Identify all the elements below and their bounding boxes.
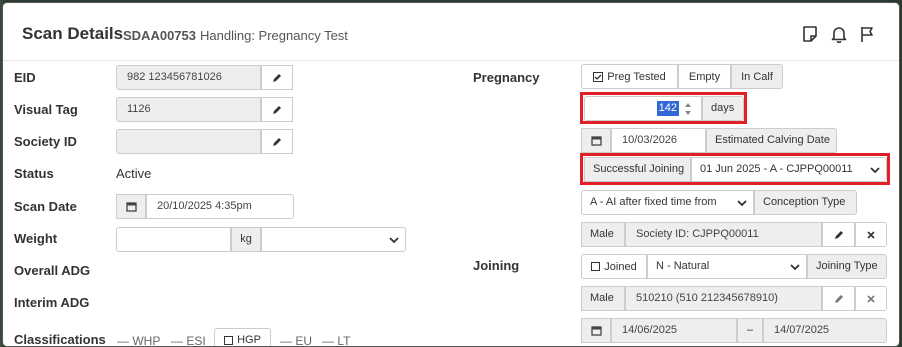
pencil-icon bbox=[273, 105, 281, 114]
sire-sex-label: Male bbox=[581, 222, 625, 247]
chevron-down-icon bbox=[790, 264, 800, 271]
weight-select[interactable] bbox=[261, 227, 406, 252]
weight-label: Weight bbox=[14, 231, 58, 246]
edit-joining-sire-button[interactable] bbox=[822, 286, 855, 311]
chevron-down-icon bbox=[870, 167, 880, 174]
conception-type-label: Conception Type bbox=[754, 190, 857, 215]
days-unit: days bbox=[702, 96, 744, 121]
calendar-icon bbox=[590, 136, 602, 146]
scan-details-modal: Scan Details SDAA00753 Handling: Pregnan… bbox=[2, 2, 900, 347]
pencil-icon bbox=[834, 230, 843, 239]
pencil-icon bbox=[273, 137, 281, 146]
classification-whp[interactable]: — WHP bbox=[117, 334, 160, 346]
days-value: 142 bbox=[656, 101, 679, 116]
bell-icon[interactable] bbox=[830, 25, 848, 43]
chevron-down-icon bbox=[389, 237, 399, 244]
scan-id: SDAA00753 bbox=[123, 28, 196, 43]
society-id-field[interactable] bbox=[116, 129, 261, 154]
joining-date-to[interactable]: 14/07/2025 bbox=[763, 318, 887, 343]
calving-calendar-addon[interactable] bbox=[581, 128, 611, 153]
classifications-label: Classifications bbox=[14, 332, 106, 347]
successful-joining-select[interactable]: 01 Jun 2025 - A - CJPPQ00011 bbox=[691, 157, 887, 182]
joining-calendar-addon[interactable] bbox=[581, 318, 611, 343]
status-label: Status bbox=[14, 166, 54, 181]
flag-icon[interactable] bbox=[859, 25, 877, 43]
edit-society-id-button[interactable] bbox=[261, 129, 293, 154]
calving-date-label: Estimated Calving Date bbox=[706, 128, 837, 153]
joining-sire-sex: Male bbox=[581, 286, 625, 311]
overall-adg-label: Overall ADG bbox=[14, 263, 91, 278]
close-icon bbox=[867, 230, 875, 239]
modal-header: Scan Details SDAA00753 Handling: Pregnan… bbox=[3, 3, 899, 61]
calendar-addon[interactable] bbox=[116, 194, 146, 219]
joining-date-from[interactable]: 14/06/2025 bbox=[611, 318, 737, 343]
checkbox-icon bbox=[224, 335, 234, 345]
sire-society-field[interactable]: Society ID: CJPPQ00011 bbox=[625, 222, 822, 247]
joined-toggle[interactable]: Joined bbox=[581, 254, 647, 279]
scan-date-field[interactable]: 20/10/2025 4:35pm bbox=[146, 194, 294, 219]
modal-title: Scan Details bbox=[22, 24, 124, 43]
close-icon bbox=[867, 294, 875, 303]
calendar-icon bbox=[125, 202, 137, 212]
weight-field[interactable] bbox=[116, 227, 231, 252]
clear-joining-sire-button[interactable] bbox=[855, 286, 887, 311]
scan-date-label: Scan Date bbox=[14, 199, 77, 214]
chevron-down-icon bbox=[737, 200, 747, 207]
spinner-icon[interactable] bbox=[684, 102, 692, 116]
eid-field[interactable]: 982 123456781026 bbox=[116, 65, 261, 90]
weight-unit: kg bbox=[231, 227, 261, 252]
calving-date-field[interactable]: 10/03/2026 bbox=[611, 128, 706, 153]
checkbox-checked-icon bbox=[593, 71, 604, 82]
empty-button[interactable]: Empty bbox=[678, 64, 731, 89]
visual-tag-label: Visual Tag bbox=[14, 102, 78, 117]
successful-joining-label: Successful Joining bbox=[584, 157, 691, 182]
in-calf-button[interactable]: In Calf bbox=[731, 64, 783, 89]
eid-label: EID bbox=[14, 70, 36, 85]
calendar-icon bbox=[590, 326, 602, 336]
edit-sire-button[interactable] bbox=[822, 222, 855, 247]
edit-eid-button[interactable] bbox=[261, 65, 293, 90]
edit-visual-tag-button[interactable] bbox=[261, 97, 293, 122]
checkbox-icon bbox=[591, 262, 601, 271]
status-value: Active bbox=[116, 166, 152, 181]
classification-hgp[interactable]: HGP bbox=[214, 328, 271, 346]
joining-label: Joining bbox=[473, 258, 520, 273]
conception-select[interactable]: A - AI after fixed time from bbox=[581, 190, 754, 215]
date-range-separator: – bbox=[737, 318, 763, 343]
joining-type-label: Joining Type bbox=[807, 254, 887, 279]
handling-text: Handling: Pregnancy Test bbox=[200, 28, 348, 43]
clear-sire-button[interactable] bbox=[855, 222, 887, 247]
interim-adg-label: Interim ADG bbox=[14, 295, 90, 310]
joining-type-select[interactable]: N - Natural bbox=[647, 254, 807, 279]
joining-sire-field[interactable]: 510210 (510 212345678910) bbox=[625, 286, 822, 311]
note-icon[interactable] bbox=[801, 25, 819, 43]
society-id-label: Society ID bbox=[14, 134, 77, 149]
classification-eu[interactable]: — EU bbox=[280, 334, 312, 346]
pencil-icon bbox=[834, 294, 843, 303]
pregnancy-label: Pregnancy bbox=[473, 70, 540, 85]
visual-tag-field[interactable]: 1126 bbox=[116, 97, 261, 122]
classification-lt[interactable]: — LT bbox=[322, 334, 350, 346]
pencil-icon bbox=[273, 73, 281, 82]
preg-tested-toggle[interactable]: Preg Tested bbox=[581, 64, 678, 89]
classification-esi[interactable]: — ESI bbox=[171, 334, 206, 346]
days-field[interactable]: 142 bbox=[584, 96, 702, 121]
